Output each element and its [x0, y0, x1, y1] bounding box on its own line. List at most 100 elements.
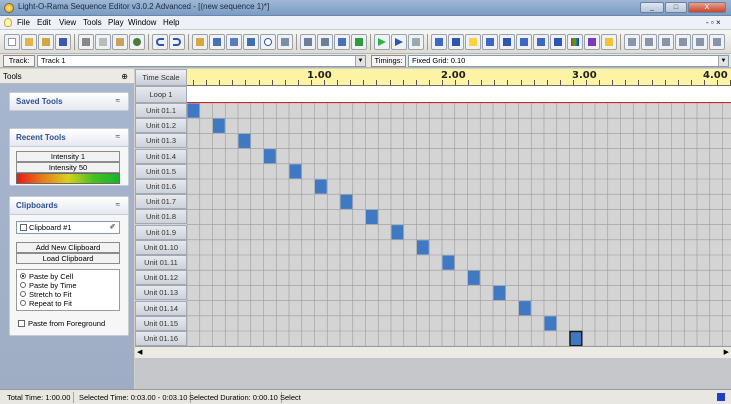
effect-cell[interactable]: [544, 316, 557, 331]
menu-view[interactable]: View: [59, 18, 76, 27]
channel-label[interactable]: Unit 01.9: [135, 224, 187, 240]
track-select[interactable]: Track 1 ▼: [37, 55, 366, 67]
rgb-icon[interactable]: [584, 34, 600, 50]
distribute-icon[interactable]: [641, 34, 657, 50]
menu-edit[interactable]: Edit: [37, 18, 51, 27]
effect-cell[interactable]: [442, 255, 455, 270]
chevron-down-icon[interactable]: ▼: [355, 56, 365, 66]
radio-icon[interactable]: [20, 291, 26, 297]
copy-icon[interactable]: [95, 34, 111, 50]
redo-icon[interactable]: [169, 34, 185, 50]
favorite-icon[interactable]: [601, 34, 617, 50]
channel-label[interactable]: Unit 01.15: [135, 315, 187, 331]
effect-on-icon[interactable]: [192, 34, 208, 50]
channel-label[interactable]: Unit 01.4: [135, 148, 187, 164]
scroll-left-icon[interactable]: ◀: [137, 348, 146, 357]
grid-icon[interactable]: [209, 34, 225, 50]
effect-cell[interactable]: [238, 133, 251, 149]
effect-cell[interactable]: [315, 179, 327, 194]
channel-label[interactable]: Unit 01.5: [135, 163, 187, 179]
recent-tool-intensity-1[interactable]: Intensity 1: [16, 151, 120, 162]
open-icon[interactable]: [21, 34, 37, 50]
clipboard-edit-icon[interactable]: ✐: [108, 223, 117, 232]
repeat-to-fit-option[interactable]: Repeat to Fit: [17, 299, 119, 308]
channel-label[interactable]: Unit 01.12: [135, 270, 187, 286]
clipboard-checkbox[interactable]: [20, 224, 27, 231]
effect-cell[interactable]: [468, 270, 480, 285]
zoom-range-icon[interactable]: [351, 34, 367, 50]
effect-cell[interactable]: [569, 330, 583, 346]
video-icon[interactable]: [243, 34, 259, 50]
intensity-icon[interactable]: [465, 34, 481, 50]
minimize-button[interactable]: _: [640, 2, 664, 13]
channel-label[interactable]: Unit 01.10: [135, 239, 187, 255]
save-icon[interactable]: [55, 34, 71, 50]
paste-by-time-option[interactable]: Paste by Time: [17, 281, 119, 290]
time-ruler[interactable]: 1.00 2.00 3.00 4.00: [187, 69, 731, 86]
channel-label[interactable]: Unit 01.14: [135, 300, 187, 316]
stop-icon[interactable]: [408, 34, 424, 50]
horizontal-scrollbar[interactable]: ◀ ▶: [135, 346, 731, 358]
effect-cell[interactable]: [340, 194, 353, 209]
settings-icon[interactable]: [129, 34, 145, 50]
timings-select[interactable]: Fixed Grid: 0.10 ▼: [408, 55, 729, 67]
play-icon[interactable]: [374, 34, 390, 50]
channel-config-icon[interactable]: [226, 34, 242, 50]
menu-tools[interactable]: Tools: [83, 18, 102, 27]
channel-label[interactable]: Unit 01.7: [135, 194, 187, 210]
channel-label[interactable]: Unit 01.11: [135, 255, 187, 270]
effect-cell[interactable]: [264, 149, 276, 164]
saved-tools-header[interactable]: Saved Tools ≈: [10, 93, 128, 111]
loop-row-label[interactable]: Loop 1: [135, 86, 187, 103]
clipboard-select[interactable]: Clipboard #1 ✐: [16, 221, 120, 234]
effect-cell[interactable]: [187, 103, 200, 118]
color-icon[interactable]: [567, 34, 583, 50]
align-icon[interactable]: [624, 34, 640, 50]
timings-button[interactable]: Timings:: [371, 55, 406, 67]
track-button[interactable]: Track:: [3, 55, 35, 67]
effect-cell[interactable]: [493, 285, 506, 301]
chart-icon[interactable]: [658, 34, 674, 50]
menu-help[interactable]: Help: [163, 18, 179, 27]
cut-icon[interactable]: [78, 34, 94, 50]
new-icon[interactable]: [4, 34, 20, 50]
channel-label[interactable]: Unit 01.2: [135, 118, 187, 134]
more-icon[interactable]: [692, 34, 708, 50]
radio-icon[interactable]: [20, 282, 26, 288]
add-new-clipboard-button[interactable]: Add New Clipboard: [16, 242, 120, 253]
effect-cell[interactable]: [366, 209, 378, 225]
effect-cell[interactable]: [519, 301, 531, 316]
list-icon[interactable]: [277, 34, 293, 50]
radio-icon[interactable]: [20, 300, 26, 306]
effect-cell[interactable]: [289, 164, 302, 179]
channel-label[interactable]: Unit 01.1: [135, 103, 187, 118]
effect-cell[interactable]: [213, 118, 225, 133]
clock-icon[interactable]: [260, 34, 276, 50]
zoom-fit-icon[interactable]: [334, 34, 350, 50]
clipboards-header[interactable]: Clipboards ≈: [10, 197, 128, 215]
stretch-to-fit-option[interactable]: Stretch to Fit: [17, 290, 119, 299]
channel-label[interactable]: Unit 01.3: [135, 133, 187, 149]
paste-from-foreground-checkbox[interactable]: Paste from Foreground: [16, 319, 105, 328]
shimmer-icon[interactable]: [516, 34, 532, 50]
play-from-cursor-icon[interactable]: [391, 34, 407, 50]
open-recent-icon[interactable]: [38, 34, 54, 50]
channel-label[interactable]: Unit 01.8: [135, 209, 187, 225]
collapse-icon[interactable]: ≈: [116, 200, 120, 209]
load-clipboard-button[interactable]: Load Clipboard: [16, 253, 120, 264]
maximize-button[interactable]: □: [665, 2, 687, 13]
channel-label[interactable]: Unit 01.16: [135, 331, 187, 346]
channel-label[interactable]: Unit 01.6: [135, 179, 187, 194]
radio-selected-icon[interactable]: [20, 273, 26, 279]
recent-tools-header[interactable]: Recent Tools ≈: [10, 129, 128, 147]
zoom-out-icon[interactable]: [300, 34, 316, 50]
effect-cell[interactable]: [417, 240, 429, 255]
fade-down-icon[interactable]: [499, 34, 515, 50]
chevron-down-icon[interactable]: ▼: [718, 56, 728, 66]
mdi-window-controls[interactable]: - ▫ ×: [706, 18, 721, 27]
scroll-right-icon[interactable]: ▶: [720, 348, 729, 357]
collapse-icon[interactable]: ≈: [116, 96, 120, 105]
bars-icon[interactable]: [675, 34, 691, 50]
paste-by-cell-option[interactable]: Paste by Cell: [17, 272, 119, 281]
recent-tool-intensity-50[interactable]: Intensity 50: [16, 162, 120, 173]
